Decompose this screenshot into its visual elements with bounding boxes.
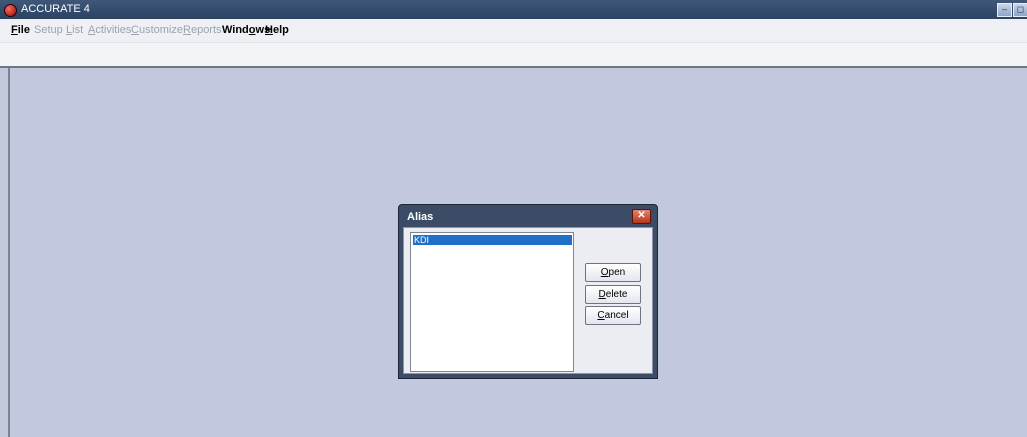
app-logo-icon	[4, 4, 17, 17]
title-bar: ACCURATE 4 – ◻	[0, 0, 1027, 19]
menu-setup[interactable]: Setup	[34, 24, 63, 36]
menu-reports[interactable]: Reports	[183, 24, 222, 36]
menu-activities[interactable]: Activities	[88, 24, 131, 36]
open-button[interactable]: Open	[585, 263, 641, 282]
menu-file[interactable]: File	[11, 24, 30, 36]
close-icon[interactable]: ✕	[632, 209, 651, 224]
alias-list[interactable]: KDI	[410, 232, 574, 372]
cancel-button[interactable]: Cancel	[585, 306, 641, 325]
menu-bar: File Setup List Activities Customize Rep…	[0, 19, 1027, 43]
toolbar-area	[0, 43, 1027, 68]
alias-dialog: Alias ✕ KDI Open Delete Cancel	[398, 204, 658, 379]
delete-button[interactable]: Delete	[585, 285, 641, 304]
minimize-button[interactable]: –	[997, 3, 1012, 17]
dialog-body: KDI Open Delete Cancel	[403, 227, 653, 374]
app-title: ACCURATE 4	[21, 3, 90, 15]
menu-customize[interactable]: Customize	[131, 24, 183, 36]
menu-windows[interactable]: Windows	[222, 24, 270, 36]
menu-list[interactable]: List	[66, 24, 83, 36]
list-item-kdi[interactable]: KDI	[413, 235, 572, 245]
dialog-title: Alias	[407, 211, 434, 223]
restore-button[interactable]: ◻	[1013, 3, 1027, 17]
menu-help[interactable]: Help	[265, 24, 289, 36]
